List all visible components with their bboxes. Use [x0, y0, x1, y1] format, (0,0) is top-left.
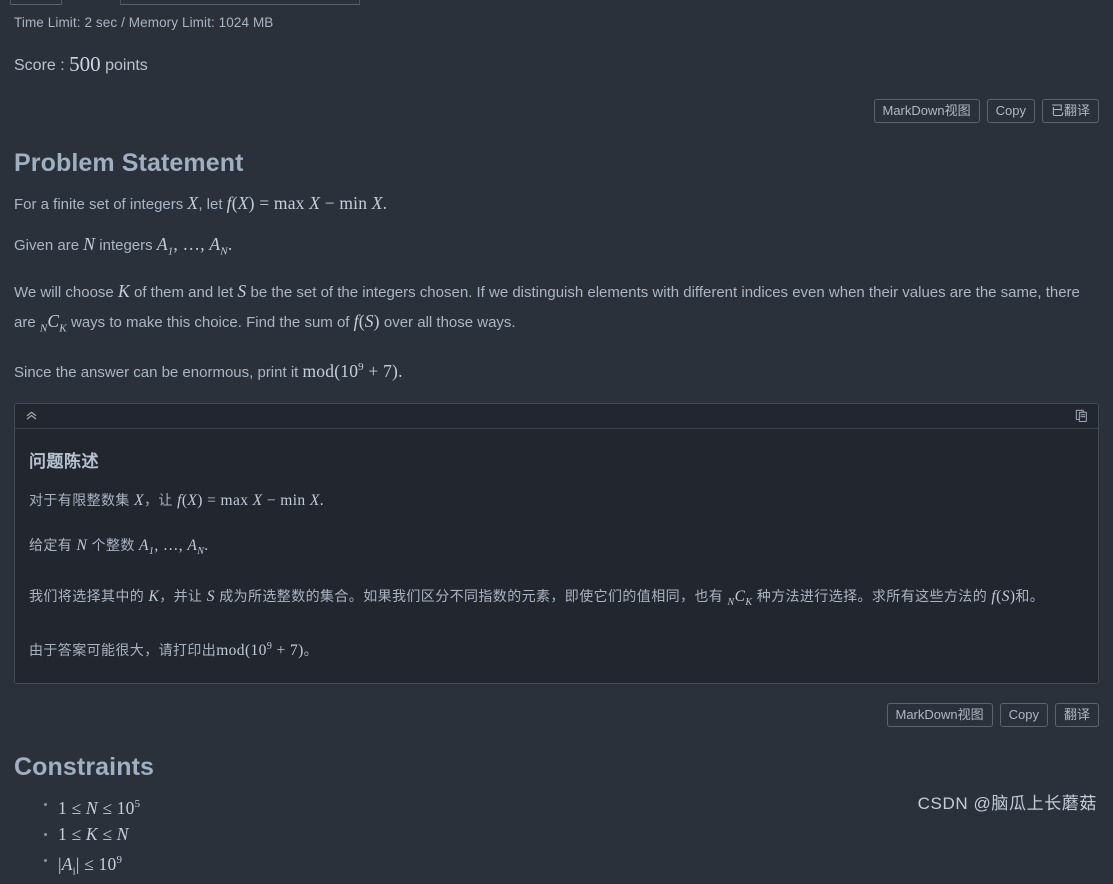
constraints-list: 1 ≤ N ≤ 105 1 ≤ K ≤ N |Ai| ≤ 109: [14, 792, 1099, 884]
tp4-formula: mod(109 + 7): [216, 641, 304, 660]
constraint-item-2: 1 ≤ K ≤ N: [44, 822, 1099, 848]
score-value: 500: [69, 52, 101, 76]
tp1-formula: f(X) = max X − min X: [177, 491, 320, 509]
translation-heading: 问题陈述: [29, 451, 99, 471]
tp1-text-a: 对于有限整数集: [29, 491, 130, 508]
tab-remnant-right: [120, 0, 360, 5]
toolbar-bottom: MarkDown视图 Copy 翻译: [14, 703, 1099, 728]
score-label: Score :: [14, 57, 65, 74]
tp2-formula: A1, …, AN: [139, 536, 205, 557]
tp2-var-n: N: [76, 536, 88, 554]
constraint-formula-3: |Ai| ≤ 109: [58, 853, 123, 878]
tp3-var-s: S: [206, 587, 215, 605]
limits-text: Time Limit: 2 sec / Memory Limit: 1024 M…: [14, 15, 274, 30]
tp2-period: .: [204, 536, 209, 554]
tp3-combination: NCK: [727, 587, 753, 609]
translation-body: 问题陈述 对于有限整数集 X，让 f(X) = max X − min X. 给…: [15, 428, 1098, 684]
p3-f-of-s: f(S): [353, 310, 380, 331]
tp3-text-e: 和。: [1015, 587, 1045, 604]
tp2-text-b: 个整数: [91, 536, 135, 553]
translation-paragraph-3: 我们将选择其中的 K，并让 S 成为所选整数的集合。如果我们区分不同指数的元素，…: [29, 582, 1084, 617]
tp3-text-c: 成为所选整数的集合。如果我们区分不同指数的元素，即使它们的值相同，也有: [219, 587, 724, 604]
tp1-period: .: [319, 491, 325, 509]
p1-var-x: X: [187, 193, 199, 213]
problem-content: Time Limit: 2 sec / Memory Limit: 1024 M…: [0, 15, 1113, 387]
toolbar-top: MarkDown视图 Copy 已翻译: [14, 99, 1099, 123]
p3-text-b: of them and let: [133, 283, 234, 301]
problem-statement-heading: Problem Statement: [14, 149, 244, 177]
p2-formula: A1, …, AN: [156, 234, 228, 258]
tp2-text-a: 给定有: [29, 536, 73, 553]
tp3-text-a: 我们将选择其中的: [29, 587, 145, 604]
p2-text-b: integers: [99, 237, 153, 254]
problem-paragraph-4: Since the answer can be enormous, print …: [14, 353, 1099, 387]
score-unit: points: [105, 57, 148, 74]
p2-period: .: [227, 234, 233, 254]
constraint-item-1: 1 ≤ N ≤ 105: [44, 792, 1099, 822]
page-root: Time Limit: 2 sec / Memory Limit: 1024 M…: [0, 6, 1113, 884]
p4-formula: mod(109 + 7): [302, 360, 399, 381]
constraint-formula-1: 1 ≤ N ≤ 105: [58, 798, 141, 818]
tp3-f-of-s: f(S): [991, 587, 1016, 605]
chevrons-up-icon[interactable]: [23, 408, 39, 424]
tp1-var-x: X: [134, 491, 144, 509]
translate-button-top[interactable]: 已翻译: [1041, 99, 1099, 123]
constraints-heading: Constraints: [14, 753, 155, 782]
tp3-var-k: K: [148, 587, 160, 605]
p3-var-s: S: [237, 280, 247, 301]
translation-paragraph-2: 给定有 N 个整数 A1, …, AN.: [29, 531, 1084, 566]
p4-period: .: [398, 360, 403, 381]
tp1-text-b: ，让: [143, 491, 173, 508]
constraint-formula-2: 1 ≤ K ≤ N: [58, 824, 129, 844]
score-line: Score : 500 points: [14, 52, 1099, 77]
p3-text-d: ways to make this choice. Find the sum o…: [71, 313, 350, 331]
copy-icon[interactable]: [1074, 408, 1090, 424]
copy-button-bottom[interactable]: Copy: [999, 703, 1048, 728]
tp4-text-a: 由于答案可能很大，请打印出: [29, 642, 217, 659]
p3-text-e: over all those ways.: [383, 313, 516, 331]
p3-text-a: We will choose: [14, 283, 114, 301]
tp3-text-b: ，并让: [159, 587, 203, 604]
p4-text-a: Since the answer can be enormous, print …: [14, 363, 299, 381]
p1-formula: f(X) = max X − min X: [226, 193, 383, 213]
translate-button-bottom[interactable]: 翻译: [1054, 703, 1099, 728]
problem-paragraph-1: For a finite set of integers X, let f(X)…: [14, 189, 1099, 219]
translation-panel: 问题陈述 对于有限整数集 X，让 f(X) = max X − min X. 给…: [14, 402, 1099, 685]
p3-var-k: K: [117, 280, 130, 301]
markdown-view-button-top[interactable]: MarkDown视图: [873, 99, 980, 123]
footer-content: MarkDown视图 Copy 翻译 Constraints 1 ≤ N ≤ 1…: [0, 703, 1113, 884]
p1-text-b: , let: [198, 196, 223, 213]
problem-paragraph-2: Given are N integers A1, …, AN.: [14, 230, 1099, 266]
translation-paragraph-4: 由于答案可能很大，请打印出mod(109 + 7)。: [29, 633, 1084, 665]
p1-text-a: For a finite set of integers: [14, 196, 184, 213]
tp3-text-d: 种方法进行选择。求所有这些方法的: [756, 587, 988, 604]
translation-toolbar: [15, 403, 1098, 429]
markdown-view-button-bottom[interactable]: MarkDown视图: [886, 703, 993, 728]
tp4-period: 。: [303, 642, 319, 659]
p1-period: .: [382, 193, 388, 213]
tab-remnant-left: [10, 0, 62, 5]
p2-text-a: Given are: [14, 237, 80, 254]
constraint-item-3: |Ai| ≤ 109: [44, 848, 1099, 884]
problem-paragraph-3: We will choose K of them and let S be th…: [14, 277, 1099, 343]
p2-var-n: N: [83, 234, 96, 254]
translation-paragraph-1: 对于有限整数集 X，让 f(X) = max X − min X.: [29, 486, 1084, 515]
copy-button-top[interactable]: Copy: [986, 99, 1035, 123]
p3-combination: NCK: [39, 310, 67, 335]
